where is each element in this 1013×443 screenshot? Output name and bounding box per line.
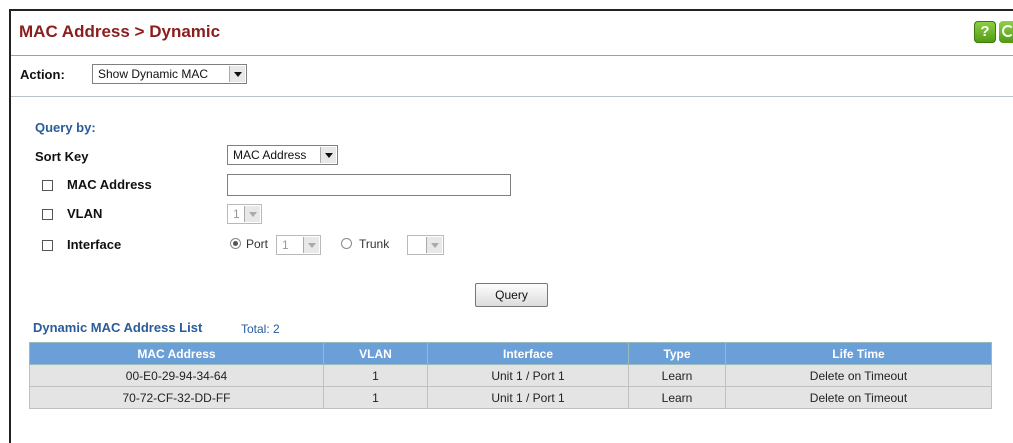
mac-cell: 00-E0-29-94-34-64 bbox=[29, 364, 324, 387]
port-label: Port bbox=[246, 237, 269, 251]
chevron-down-icon bbox=[426, 237, 442, 253]
vlan-select[interactable]: 1 bbox=[227, 204, 262, 224]
chevron-down-icon bbox=[303, 237, 319, 253]
port-select[interactable]: 1 bbox=[276, 235, 321, 255]
mac-address-label: MAC Address bbox=[67, 177, 152, 192]
interface-cell: Unit 1 / Port 1 bbox=[427, 386, 629, 409]
trunk-select[interactable] bbox=[407, 235, 444, 255]
column-header: Type bbox=[628, 342, 726, 365]
list-title: Dynamic MAC Address List bbox=[33, 320, 203, 335]
interface-label: Interface bbox=[67, 237, 122, 252]
type-cell: Learn bbox=[628, 364, 726, 387]
type-cell: Learn bbox=[628, 386, 726, 409]
vlan-checkbox[interactable] bbox=[42, 209, 53, 220]
vlan-select-value: 1 bbox=[233, 207, 240, 221]
column-header: MAC Address bbox=[29, 342, 324, 365]
query-heading: Query by: bbox=[35, 120, 96, 135]
action-select-value: Show Dynamic MAC bbox=[98, 67, 209, 81]
query-button[interactable]: Query bbox=[475, 283, 548, 307]
trunk-label: Trunk bbox=[359, 237, 390, 251]
action-select[interactable]: Show Dynamic MAC bbox=[92, 64, 247, 84]
mac-address-input[interactable] bbox=[227, 174, 511, 196]
sort-key-value: MAC Address bbox=[233, 148, 307, 162]
vlan-cell: 1 bbox=[323, 364, 428, 387]
vlan-label: VLAN bbox=[67, 206, 103, 221]
action-bar: Action: Show Dynamic MAC bbox=[11, 56, 1013, 97]
chevron-down-icon bbox=[320, 147, 336, 163]
table-header-row: MAC Address VLAN Interface Type Life Tim… bbox=[29, 342, 992, 365]
mac-cell: 70-72-CF-32-DD-FF bbox=[29, 386, 324, 409]
total-count: Total: 2 bbox=[241, 322, 280, 336]
column-header: VLAN bbox=[323, 342, 428, 365]
chevron-down-icon bbox=[244, 206, 260, 222]
trunk-radio[interactable] bbox=[341, 238, 352, 249]
column-header: Interface bbox=[427, 342, 629, 365]
column-header: Life Time bbox=[725, 342, 992, 365]
vlan-cell: 1 bbox=[323, 386, 428, 409]
table-row: 00-E0-29-94-34-64 1 Unit 1 / Port 1 Lear… bbox=[29, 364, 992, 387]
title-bar: MAC Address > Dynamic ? bbox=[11, 11, 1013, 56]
table-row: 70-72-CF-32-DD-FF 1 Unit 1 / Port 1 Lear… bbox=[29, 386, 992, 409]
refresh-icon[interactable] bbox=[999, 21, 1013, 43]
page-title: MAC Address > Dynamic bbox=[19, 22, 221, 41]
help-icon[interactable]: ? bbox=[974, 21, 996, 43]
action-label: Action: bbox=[20, 67, 65, 82]
interface-checkbox[interactable] bbox=[42, 240, 53, 251]
port-select-value: 1 bbox=[282, 238, 289, 252]
mac-address-checkbox[interactable] bbox=[42, 180, 53, 191]
content-frame: MAC Address > Dynamic ? Action: Show Dyn… bbox=[9, 9, 1013, 443]
interface-cell: Unit 1 / Port 1 bbox=[427, 364, 629, 387]
dynamic-mac-table: MAC Address VLAN Interface Type Life Tim… bbox=[29, 342, 992, 409]
port-radio[interactable] bbox=[230, 238, 241, 249]
sort-key-label: Sort Key bbox=[35, 149, 89, 164]
life-time-cell: Delete on Timeout bbox=[725, 364, 992, 387]
chevron-down-icon bbox=[229, 66, 245, 82]
sort-key-select[interactable]: MAC Address bbox=[227, 145, 338, 165]
life-time-cell: Delete on Timeout bbox=[725, 386, 992, 409]
